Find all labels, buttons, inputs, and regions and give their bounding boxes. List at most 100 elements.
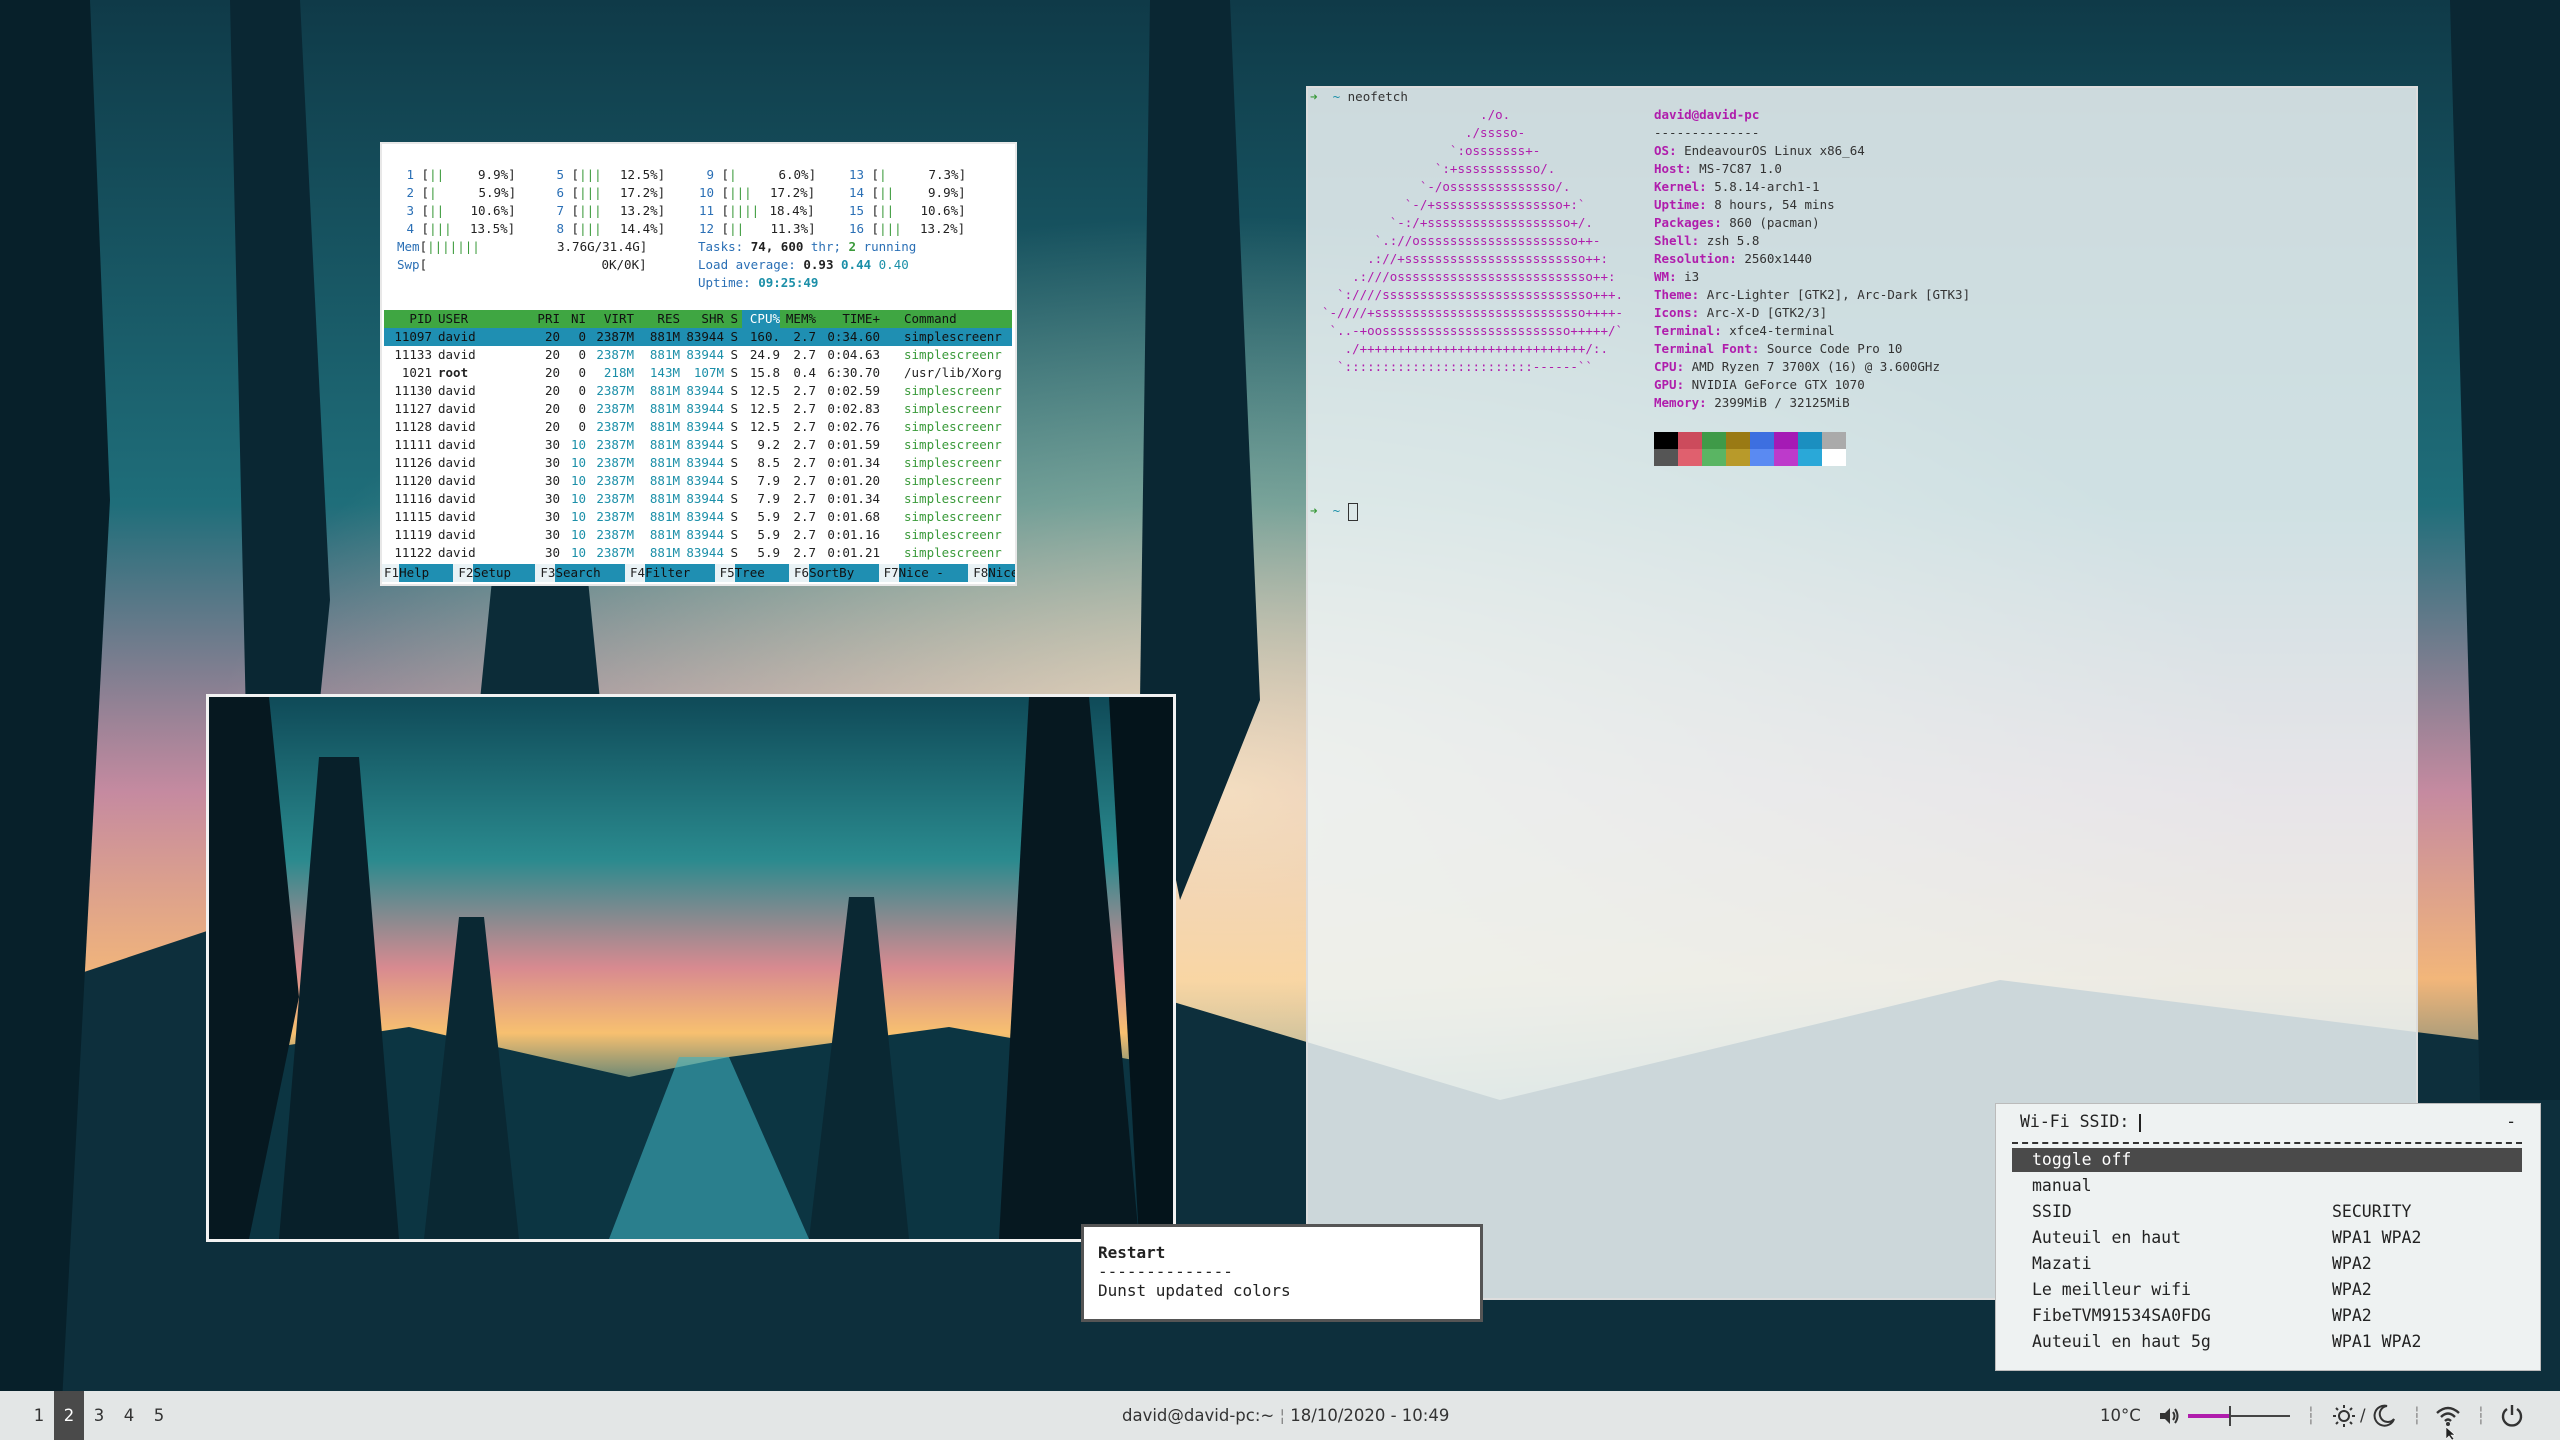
image-viewer-window[interactable] [206, 694, 1176, 1242]
workspace-button[interactable]: 2 [54, 1391, 84, 1440]
process-cpu: 5.9 [757, 509, 780, 524]
power-icon[interactable] [2500, 1404, 2524, 1428]
notification-popup[interactable]: Restart -------------- Dunst updated col… [1081, 1224, 1483, 1322]
process-row[interactable]: 11128 david 20 0 2387M 881M 83944 S 12.5 2.7 0:02.… [384, 418, 1012, 436]
process-cmd: simplescreenr [904, 509, 1002, 524]
wifi-icon[interactable] [2436, 1405, 2460, 1427]
process-row[interactable]: 11126 david 30 10 2387M 881M 83944 S 8.5 2.7 0:01.… [384, 454, 1012, 472]
fkey-help-button[interactable]: F1Help [384, 564, 454, 582]
process-pri: 30 [544, 491, 560, 506]
column-header-s[interactable]: S [726, 310, 738, 328]
meter-bracket: ] [657, 167, 666, 182]
column-header-virt[interactable]: VIRT [590, 310, 634, 328]
process-row[interactable]: 11133 david 20 0 2387M 881M 83944 S 24.9 2.7 0:04.… [384, 346, 1012, 364]
fkey-sortby-button[interactable]: F6SortBy [794, 564, 879, 582]
process-s: S [730, 545, 738, 560]
process-row[interactable]: 11119 david 30 10 2387M 881M 83944 S 5.9 2.7 0:01.… [384, 526, 1012, 544]
wifi-item[interactable]: manual [2012, 1174, 2522, 1198]
ascii-line: .://+ssssssssssssssssssssssso++: [1322, 251, 1608, 266]
column-header-command[interactable]: Command [904, 310, 1014, 328]
night-mode-icon[interactable] [2372, 1404, 2396, 1428]
process-user: david [438, 437, 476, 452]
process-time: 0:04.63 [827, 347, 880, 362]
volume-knob[interactable] [2228, 1406, 2231, 1426]
process-mem: 2.7 [793, 473, 816, 488]
info-colon: : [1729, 251, 1745, 266]
cpu-meter: 15 [|| 10.6%] [844, 202, 966, 220]
fkey-nice-button[interactable]: F8Nice + [973, 564, 1015, 582]
cpu-percent: 13.2% [620, 203, 658, 218]
column-header-user[interactable]: USER [438, 310, 498, 328]
info-value: 5.8.14-arch1-1 [1714, 179, 1820, 194]
fkey-setup-button[interactable]: F2Setup [458, 564, 536, 582]
cpu-bar: ||| [579, 185, 602, 200]
desktop: 1 [|| 9.9%] 2 [| 5.9%] 3 [|| 10.6%] 4 [||| 13.5… [0, 0, 2560, 1440]
wifi-prompt-row[interactable]: Wi-Fi SSID: [2020, 1110, 2142, 1134]
mouse-cursor-icon [2446, 1427, 2456, 1440]
info-colon: : [1691, 287, 1707, 302]
column-header-shr[interactable]: SHR [682, 310, 724, 328]
wifi-item[interactable]: toggle off [2012, 1148, 2522, 1172]
volume-icon[interactable] [2158, 1405, 2180, 1427]
fkey-tree-button[interactable]: F5Tree [720, 564, 790, 582]
workspace-button[interactable]: 4 [114, 1391, 144, 1440]
process-row[interactable]: 11127 david 20 0 2387M 881M 83944 S 12.5 2.7 0:02.… [384, 400, 1012, 418]
process-row[interactable]: 11097 david 20 0 2387M 881M 83944 S 160. 2.7 0:34.… [384, 328, 1012, 346]
info-value: 860 (pacman) [1729, 215, 1820, 230]
info-value: 2560x1440 [1744, 251, 1813, 266]
column-header-res[interactable]: RES [636, 310, 680, 328]
workspace-button[interactable]: 3 [84, 1391, 114, 1440]
column-header-cpu[interactable]: CPU% [742, 310, 780, 328]
process-cmd: simplescreenr [904, 545, 1002, 560]
prompt-line: ➜ ~ neofetch [1310, 88, 1408, 106]
htop-window[interactable]: 1 [|| 9.9%] 2 [| 5.9%] 3 [|| 10.6%] 4 [||| 13.5… [380, 142, 1017, 586]
volume-slider[interactable] [2188, 1406, 2290, 1426]
wifi-item[interactable]: Le meilleur wifi WPA2 [2012, 1278, 2522, 1302]
fkey-filter-button[interactable]: F4Filter [630, 564, 715, 582]
cpu-meter: 6 [||| 17.2%] [544, 184, 665, 202]
wifi-item[interactable]: FibeTVM91534SA0FDG WPA2 [2012, 1304, 2522, 1328]
cpu-meter: 10 [||| 17.2%] [694, 184, 815, 202]
process-row[interactable]: 1021 root 20 0 218M 143M 107M S 15.8 0.4 6:30.70/u… [384, 364, 1012, 382]
wifi-item[interactable]: Mazati WPA2 [2012, 1252, 2522, 1276]
wifi-item[interactable]: Auteuil en haut 5g WPA1 WPA2 [2012, 1330, 2522, 1354]
process-row[interactable]: 11111 david 30 10 2387M 881M 83944 S 9.2 2.7 0:01.… [384, 436, 1012, 454]
workspace-button[interactable]: 1 [24, 1391, 54, 1440]
wifi-item[interactable]: SSID SECURITY [2012, 1200, 2522, 1224]
prompt-line-2[interactable]: ➜ ~ [1310, 502, 1358, 521]
color-swatch [1654, 432, 1678, 449]
process-row[interactable]: 11122 david 30 10 2387M 881M 83944 S 5.9 2.7 0:01.… [384, 544, 1012, 562]
info-key: Resolution [1654, 251, 1730, 266]
process-row[interactable]: 11115 david 30 10 2387M 881M 83944 S 5.9 2.7 0:01.… [384, 508, 1012, 526]
process-virt: 2387M [596, 545, 634, 560]
brightness-icon[interactable] [2332, 1404, 2356, 1428]
process-mem: 0.4 [793, 365, 816, 380]
column-header-pri[interactable]: PRI [536, 310, 560, 328]
process-pid: 11097 [394, 329, 432, 344]
info-value: i3 [1684, 269, 1700, 284]
process-row[interactable]: 11120 david 30 10 2387M 881M 83944 S 7.9 2.7 0:01.… [384, 472, 1012, 490]
column-header-ni[interactable]: NI [564, 310, 586, 328]
notification-title: Restart [1098, 1243, 1166, 1262]
process-row[interactable]: 11130 david 20 0 2387M 881M 83944 S 12.5 2.7 0:02.… [384, 382, 1012, 400]
process-row[interactable]: 11116 david 30 10 2387M 881M 83944 S 7.9 2.7 0:01.… [384, 490, 1012, 508]
process-cpu: 15.8 [749, 365, 780, 380]
wifi-item[interactable]: Auteuil en haut WPA1 WPA2 [2012, 1226, 2522, 1250]
cpu-percent: 17.2% [620, 185, 658, 200]
column-header-mem[interactable]: MEM% [782, 310, 816, 328]
process-shr: 83944 [686, 347, 724, 362]
column-header-time[interactable]: TIME+ [820, 310, 880, 328]
fkey-nice-button[interactable]: F7Nice - [884, 564, 969, 582]
process-table-header[interactable]: PID USER PRI NI VIRT RES SHR S CPU% MEM% TIME+ Comm… [384, 310, 1012, 328]
cpu-percent: 6.0% [778, 167, 809, 182]
workspace-button[interactable]: 5 [144, 1391, 174, 1440]
info-value: Arc-Lighter [GTK2], Arc-Dark [GTK3] [1706, 287, 1971, 302]
fkey-search-button[interactable]: F3Search [540, 564, 626, 582]
column-header-pid[interactable]: PID [388, 310, 432, 328]
meter-bracket: ] [657, 221, 666, 236]
wifi-menu[interactable]: Wi-Fi SSID: - toggle off manual SSID SECURI… [1995, 1103, 2541, 1371]
load-label: Load average: [698, 257, 796, 272]
info-colon: : [1751, 341, 1767, 356]
process-pid: 11122 [394, 545, 432, 560]
cpu-bar: ||| [429, 221, 452, 236]
